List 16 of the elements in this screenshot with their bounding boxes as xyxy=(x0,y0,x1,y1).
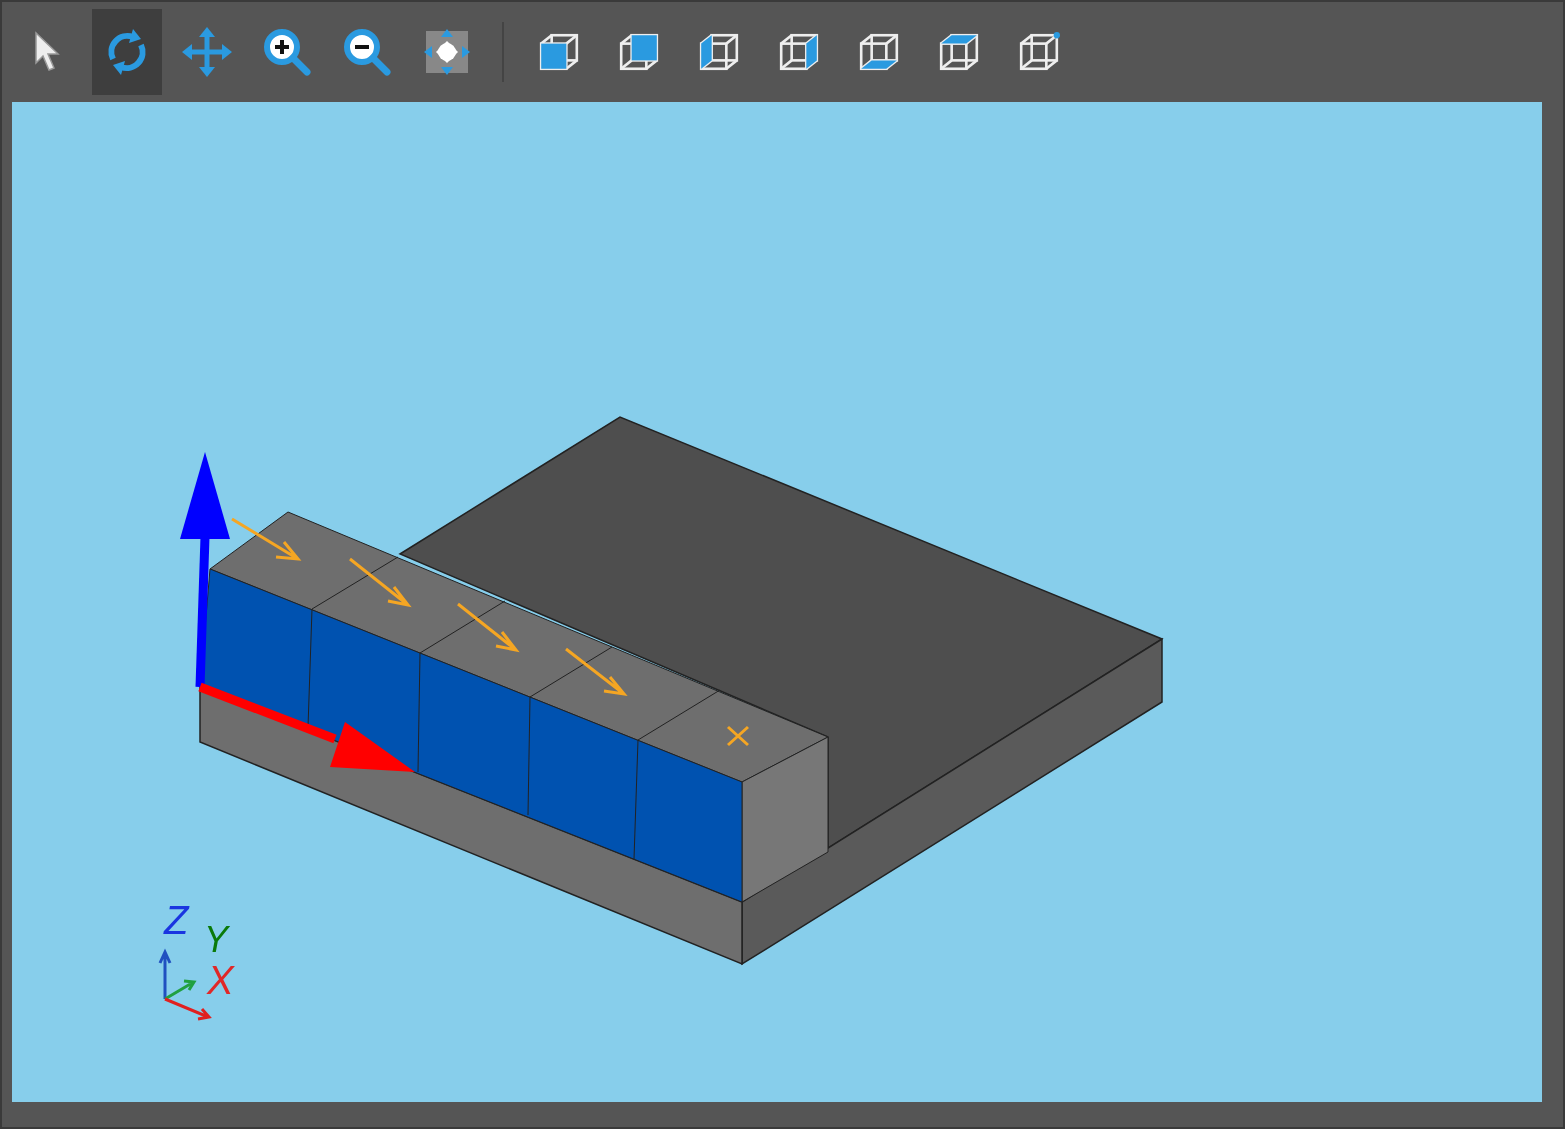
cube-icon xyxy=(537,31,581,73)
fit-view-icon xyxy=(422,27,472,77)
z-axis-label: Z xyxy=(164,900,189,940)
y-axis-label: Y xyxy=(204,922,228,958)
zoom-out-icon xyxy=(342,27,392,77)
cube-icon xyxy=(697,31,741,73)
cube-icon xyxy=(617,31,661,73)
cube-icon xyxy=(857,31,901,73)
move-arrows-icon xyxy=(182,27,232,77)
zoom-in-icon xyxy=(262,27,312,77)
cube-icon xyxy=(1017,31,1061,73)
cube-icon xyxy=(777,31,821,73)
cube-icon xyxy=(937,31,981,73)
toolbar-button[interactable] xyxy=(92,9,162,95)
x-axis-label: X xyxy=(207,960,234,1000)
pointer-icon xyxy=(32,31,62,73)
